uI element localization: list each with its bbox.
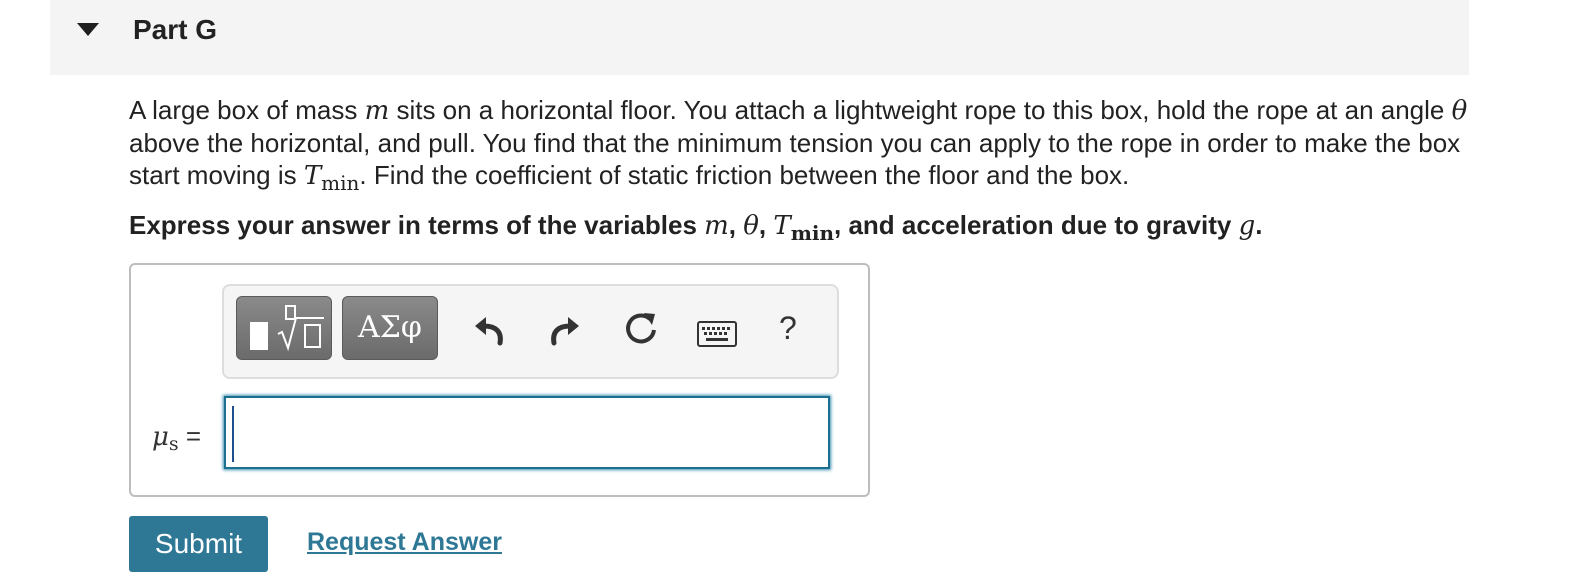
instruction-variable-theta: θ: [743, 211, 759, 241]
answer-variable-label: μs =: [152, 421, 201, 455]
problem-statement: A large box of mass m sits on a horizont…: [129, 94, 1474, 199]
keyboard-icon[interactable]: [697, 321, 737, 347]
sqrt-template-icon: [277, 305, 324, 352]
instruction-variable-m: m: [704, 211, 729, 241]
problem-text-1: A large box of mass: [129, 95, 365, 125]
answer-instruction: Express your answer in terms of the vari…: [129, 208, 1262, 250]
variable-m: m: [364, 96, 390, 126]
reset-icon[interactable]: [622, 310, 660, 348]
instruction-separator-2: ,: [758, 210, 774, 240]
submit-button[interactable]: Submit: [129, 516, 268, 572]
collapse-caret-icon[interactable]: [77, 23, 99, 36]
problem-text-4: . Find the coefficient of static frictio…: [359, 160, 1130, 190]
request-answer-link[interactable]: Request Answer: [307, 527, 502, 557]
instruction-variable-t-subscript: min: [790, 221, 834, 245]
help-icon[interactable]: ?: [779, 308, 797, 348]
redo-icon[interactable]: [548, 312, 582, 346]
part-header[interactable]: [50, 0, 1469, 75]
variable-t: T: [303, 161, 322, 191]
answer-input[interactable]: [224, 396, 830, 469]
instruction-text-1: Express your answer in terms of the vari…: [129, 210, 705, 240]
mu-symbol: μ: [152, 422, 169, 452]
greek-symbols-label: ΑΣφ: [358, 310, 422, 345]
undo-icon[interactable]: [472, 312, 506, 346]
instruction-text-2: , and acceleration due to gravity: [834, 210, 1239, 240]
instruction-text-3: .: [1255, 210, 1263, 240]
variable-t-subscript: min: [321, 171, 360, 195]
template-placeholder-icon: [250, 322, 268, 350]
mu-subscript: s: [168, 433, 179, 455]
instruction-variable-t: T: [773, 211, 791, 241]
variable-theta: θ: [1451, 96, 1468, 126]
text-cursor: [232, 406, 234, 462]
problem-text-2: sits on a horizontal floor. You attach a…: [389, 95, 1452, 125]
instruction-separator-1: ,: [728, 210, 744, 240]
equals-sign: =: [178, 421, 202, 451]
instruction-variable-g: g: [1238, 211, 1256, 241]
part-title: Part G: [133, 14, 218, 45]
